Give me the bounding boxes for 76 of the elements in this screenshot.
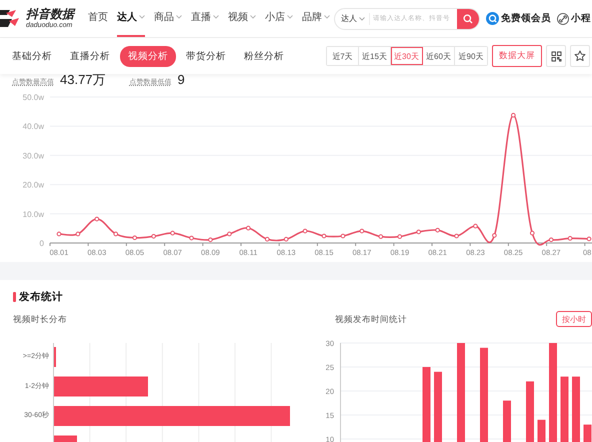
logo-icon[interactable]: [0, 8, 20, 30]
bar: [526, 381, 534, 442]
data-point: [94, 216, 100, 222]
nav-item[interactable]: 首页: [88, 0, 108, 37]
qr-code-button[interactable]: [546, 45, 566, 67]
search-icon: [463, 14, 473, 24]
bar: [560, 376, 568, 442]
bar: [503, 400, 511, 442]
analysis-tab[interactable]: 基础分析: [4, 46, 60, 66]
bar: [584, 424, 592, 442]
data-point: [227, 232, 232, 236]
data-point: [302, 228, 308, 234]
star-icon: [574, 50, 586, 62]
data-point: [511, 112, 516, 118]
chart-title: 视频发布时间统计: [335, 313, 407, 326]
nav-item[interactable]: 品牌: [302, 0, 330, 37]
data-point: [378, 234, 384, 239]
data-point: [473, 224, 478, 228]
analysis-tab[interactable]: 粉丝分析: [236, 46, 292, 66]
stat-value: 9: [178, 74, 185, 86]
analysis-tab[interactable]: 直播分析: [62, 46, 118, 66]
nav-item[interactable]: 直播: [191, 0, 219, 37]
nav-item[interactable]: 视频: [228, 0, 256, 37]
date-range-option[interactable]: 近60天: [423, 47, 455, 65]
stat-value: 43.77万: [60, 74, 106, 86]
axis-label: 20.0w: [22, 180, 44, 190]
axis-label: 0: [40, 239, 44, 248]
data-point: [170, 230, 175, 236]
data-point: [548, 238, 554, 242]
date-range-option[interactable]: 近7天: [327, 47, 359, 65]
axis-label: 30.0w: [22, 151, 44, 160]
chart-title: 视频时长分布: [12, 313, 68, 326]
data-point: [340, 234, 346, 238]
data-point: [151, 234, 156, 239]
chat-icon: [486, 12, 499, 25]
data-point: [114, 232, 118, 236]
data-point: [454, 234, 459, 238]
data-point: [435, 228, 440, 232]
data-point: [132, 235, 138, 240]
date-range-option[interactable]: 近15天: [359, 47, 391, 65]
axis-label: 10.0w: [22, 210, 44, 219]
hourly-toggle-button[interactable]: 按小时: [556, 311, 592, 327]
date-range-option[interactable]: 近30天: [391, 47, 423, 65]
data-point: [530, 230, 535, 236]
nav-item[interactable]: 商品: [154, 0, 182, 37]
qr-code-icon: [550, 50, 562, 62]
data-point: [492, 233, 497, 238]
data-point: [284, 236, 288, 242]
data-point: [264, 236, 270, 242]
data-point: [56, 232, 62, 236]
axis-label: 50.0w: [22, 93, 44, 102]
data-point: [416, 230, 421, 234]
link-icon: [557, 12, 569, 24]
data-point: [246, 226, 251, 230]
analysis-tab[interactable]: 带货分析: [178, 46, 234, 66]
data-point: [322, 234, 326, 238]
dashboard-button[interactable]: 数据大屏: [492, 45, 542, 67]
data-point: [189, 236, 194, 240]
section-title: 发布统计: [19, 290, 63, 304]
bar: [538, 420, 546, 442]
bar: [572, 376, 580, 442]
nav-item[interactable]: 小店: [265, 0, 293, 37]
axis-label: 40.0w: [22, 122, 44, 132]
data-point: [76, 232, 80, 236]
header-link[interactable]: 小程: [557, 12, 591, 25]
bar: [434, 372, 442, 442]
search-button[interactable]: [457, 8, 479, 28]
header-link[interactable]: 免费领会员: [486, 12, 551, 25]
analysis-tab[interactable]: 视频分析: [120, 46, 176, 66]
favorite-button[interactable]: [570, 45, 590, 67]
brand-name: 抖音数据: [26, 8, 74, 20]
caret-icon: [359, 16, 365, 20]
data-point: [397, 234, 402, 239]
data-point: [568, 236, 572, 241]
data-point: [360, 228, 364, 234]
data-point: [208, 238, 213, 242]
